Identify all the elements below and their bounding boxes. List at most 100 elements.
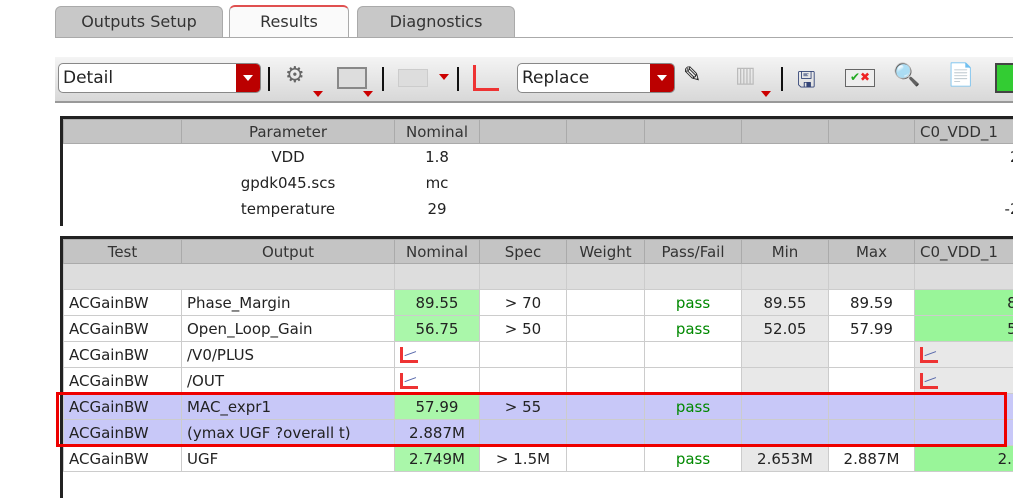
plot-icon[interactable] (473, 65, 499, 91)
results-panel: Test Output Nominal Spec Weight Pass/Fail Min M… (60, 236, 1013, 498)
gear-icon[interactable]: ⚙ (285, 63, 315, 93)
test-cell: ACGainBW (63, 315, 182, 342)
weight-cell[interactable] (566, 341, 645, 368)
output-cell: Phase_Margin (181, 289, 395, 316)
header-test[interactable]: Test (63, 239, 182, 264)
dropdown-arrow-icon[interactable] (439, 74, 449, 85)
parameter-row: VDD 1.8 2 (64, 144, 1013, 170)
output-cell: /V0/PLUS (181, 341, 395, 368)
separator (382, 67, 384, 91)
parameter-c0: -2 (1004, 199, 1013, 218)
parameter-name: temperature (240, 199, 336, 218)
spec-cell[interactable]: > 70 (479, 289, 567, 316)
dropdown-arrow-icon[interactable] (761, 91, 771, 102)
header-max[interactable]: Max (828, 239, 915, 264)
max-cell (828, 341, 915, 368)
nominal-cell: 89.55 (394, 289, 480, 316)
header-pass-fail[interactable]: Pass/Fail (644, 239, 742, 264)
max-cell: 89.59 (828, 289, 915, 316)
nominal-cell: 56.75 (394, 315, 480, 342)
report-icon[interactable]: 📄 (947, 63, 977, 93)
tab-diagnostics[interactable]: Diagnostics (357, 6, 515, 38)
parameter-name: VDD (271, 147, 305, 166)
c0-cell: 89. (914, 289, 1013, 316)
header-spec[interactable]: Spec (479, 239, 567, 264)
selection-highlight-box (56, 392, 1007, 447)
min-cell (741, 367, 829, 394)
parameter-nominal: mc (425, 173, 449, 192)
tab-divider (55, 37, 1013, 38)
nominal-cell: 2.749M (394, 445, 480, 472)
waveform-plot-icon[interactable] (400, 347, 418, 363)
header-nominal[interactable]: Nominal (394, 239, 480, 264)
pass-fail-cell: pass (644, 445, 742, 472)
pass-fail-cell (644, 367, 742, 394)
dropdown-arrow-icon[interactable] (313, 91, 323, 102)
waveform-plot-icon[interactable] (400, 373, 418, 389)
nominal-cell[interactable] (394, 341, 480, 368)
output-cell: UGF (181, 445, 395, 472)
plot-mode-select[interactable]: Replace (517, 63, 675, 93)
spec-cell[interactable]: > 50 (479, 315, 567, 342)
min-cell: 2.653M (741, 445, 829, 472)
separator (457, 67, 459, 91)
pass-fail-cell (644, 341, 742, 368)
pass-fail-icon[interactable]: ✔✖ (845, 69, 875, 87)
weight-cell[interactable] (566, 367, 645, 394)
weight-cell[interactable] (566, 315, 645, 342)
result-row[interactable]: ACGainBW Open_Loop_Gain 56.75 > 50 pass … (63, 315, 1013, 342)
parameters-header: Parameter Nominal C0_VDD_1 (63, 119, 1013, 144)
weight-cell[interactable] (566, 445, 645, 472)
result-row[interactable]: ACGainBW /OUT (63, 367, 1013, 394)
header-parameter: Parameter (181, 119, 395, 144)
view-select-value: Detail (63, 68, 114, 88)
c0-cell[interactable] (914, 367, 1013, 394)
parameters-table: ParameterNominalC0_VDD_1 VDD 1.8 2gpdk045.… (63, 119, 1013, 222)
edit-pencil-icon[interactable]: ✎ (683, 63, 713, 93)
histogram-icon[interactable]: ▥ (735, 63, 765, 93)
dropdown-arrow-icon[interactable] (363, 91, 373, 102)
parameter-c0: 2 (915, 144, 1013, 170)
result-row[interactable]: ACGainBW Phase_Margin 89.55 > 70 pass 89… (63, 289, 1013, 316)
search-documents-icon[interactable]: 🔍 (893, 63, 923, 93)
result-row[interactable]: ACGainBW UGF 2.749M > 1.5M pass 2.653M 2… (63, 445, 1013, 472)
c0-cell: 2.88 (914, 445, 1013, 472)
output-cell: Open_Loop_Gain (181, 315, 395, 342)
test-cell: ACGainBW (63, 289, 182, 316)
filter-row (63, 263, 1013, 290)
output-cell: /OUT (181, 367, 395, 394)
c0-cell[interactable] (914, 341, 1013, 368)
chevron-down-icon (236, 64, 260, 92)
save-edit-icon[interactable]: 🖫 (797, 63, 827, 93)
results-header: Test Output Nominal Spec Weight Pass/Fail Min M… (63, 239, 1013, 264)
spec-cell[interactable]: > 1.5M (479, 445, 567, 472)
spreadsheet-icon[interactable] (995, 63, 1013, 93)
waveform-plot-icon[interactable] (920, 373, 938, 389)
waveform-plot-icon[interactable] (920, 347, 938, 363)
pass-fail-cell: pass (644, 315, 742, 342)
sync-icon[interactable] (398, 69, 428, 87)
separator (781, 67, 783, 91)
chevron-down-icon (650, 64, 674, 92)
tab-outputs-setup[interactable]: Outputs Setup (55, 6, 223, 38)
spec-cell[interactable] (479, 367, 567, 394)
test-cell: ACGainBW (63, 367, 182, 394)
parameter-row: gpdk045.scs mc t (64, 170, 1013, 196)
min-cell (741, 341, 829, 368)
weight-cell[interactable] (566, 289, 645, 316)
pass-fail-cell: pass (644, 289, 742, 316)
spec-cell[interactable] (479, 341, 567, 368)
header-output[interactable]: Output (181, 239, 395, 264)
header-weight[interactable]: Weight (566, 239, 645, 264)
separator (268, 67, 270, 91)
nominal-cell[interactable] (394, 367, 480, 394)
result-row[interactable]: ACGainBW /V0/PLUS (63, 341, 1013, 368)
header-min[interactable]: Min (741, 239, 829, 264)
parameter-nominal: 29 (427, 199, 447, 218)
header-c0-vdd-1[interactable]: C0_VDD_1 (914, 239, 1013, 264)
tab-results[interactable]: Results (229, 5, 349, 38)
parameter-nominal: 1.8 (425, 147, 449, 166)
table-columns-icon[interactable] (337, 67, 367, 89)
view-select[interactable]: Detail (58, 63, 261, 93)
header-nominal: Nominal (394, 119, 480, 144)
